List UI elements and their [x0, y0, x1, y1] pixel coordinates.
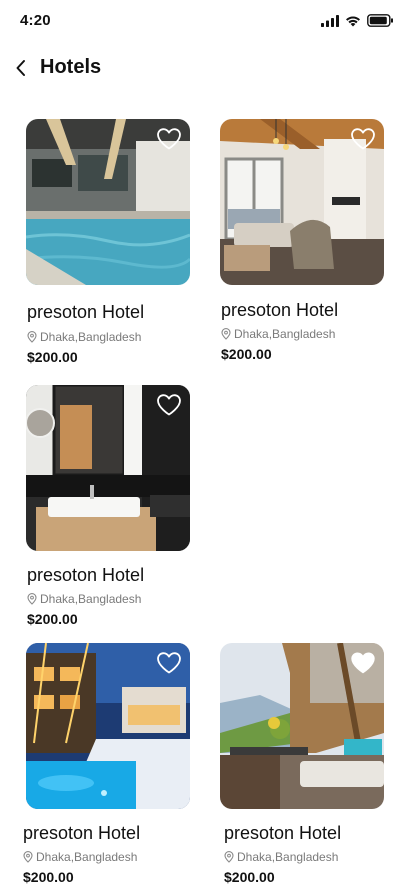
- hotel-photo[interactable]: [26, 119, 190, 285]
- hotel-name: presoton Hotel: [221, 300, 339, 320]
- status-icons: [321, 14, 394, 27]
- favorite-button[interactable]: [350, 127, 376, 151]
- location-text: Dhaka,Bangladesh: [36, 850, 138, 864]
- back-button[interactable]: [10, 56, 30, 80]
- heart-outline-icon: [157, 652, 181, 674]
- location-text: Dhaka,Bangladesh: [234, 327, 336, 341]
- hotel-photo[interactable]: [26, 385, 190, 551]
- location-pin-icon: [221, 328, 231, 340]
- status-bar: 4:20: [0, 0, 414, 44]
- cellular-signal-icon: [321, 14, 339, 27]
- location-pin-icon: [23, 851, 33, 863]
- hotel-name: presoton Hotel: [23, 823, 141, 843]
- hotel-price: $200.00: [23, 869, 74, 885]
- navigation-header: Hotels: [0, 50, 414, 90]
- hotel-photo[interactable]: [220, 119, 384, 285]
- battery-icon: [367, 14, 393, 27]
- hotel-photo[interactable]: [220, 643, 384, 809]
- location-text: Dhaka,Bangladesh: [40, 330, 142, 344]
- favorite-button[interactable]: [350, 651, 376, 675]
- hotel-name: presoton Hotel: [27, 565, 145, 585]
- heart-outline-icon: [157, 394, 181, 416]
- status-time: 4:20: [20, 12, 51, 29]
- hotel-name: presoton Hotel: [27, 302, 145, 322]
- hotel-location: Dhaka,Bangladesh: [27, 330, 141, 344]
- favorite-button[interactable]: [156, 651, 182, 675]
- hotel-price: $200.00: [27, 349, 78, 365]
- hotel-location: Dhaka,Bangladesh: [221, 327, 335, 341]
- heart-outline-icon: [351, 128, 375, 150]
- chevron-left-icon: [16, 60, 25, 76]
- location-text: Dhaka,Bangladesh: [237, 850, 339, 864]
- page-title: Hotels: [40, 56, 102, 78]
- location-pin-icon: [27, 331, 37, 343]
- hotel-price: $200.00: [221, 346, 272, 362]
- hotel-price: $200.00: [27, 611, 78, 627]
- hotel-photo[interactable]: [26, 643, 190, 809]
- location-text: Dhaka,Bangladesh: [40, 592, 142, 606]
- hotel-location: Dhaka,Bangladesh: [27, 592, 141, 606]
- hotel-price: $200.00: [224, 869, 275, 885]
- location-pin-icon: [224, 851, 234, 863]
- hotel-location: Dhaka,Bangladesh: [224, 850, 338, 864]
- hotel-name: presoton Hotel: [224, 823, 342, 843]
- favorite-button[interactable]: [156, 393, 182, 417]
- heart-filled-icon: [351, 652, 375, 674]
- location-pin-icon: [27, 593, 37, 605]
- wifi-icon: [346, 16, 360, 26]
- hotel-location: Dhaka,Bangladesh: [23, 850, 137, 864]
- favorite-button[interactable]: [156, 127, 182, 151]
- heart-outline-icon: [157, 128, 181, 150]
